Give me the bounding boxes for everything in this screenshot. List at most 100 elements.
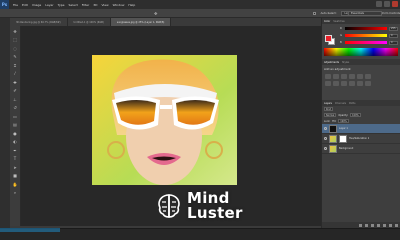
menu-file[interactable]: File <box>13 3 18 7</box>
history-brush-tool-icon[interactable]: ↺ <box>11 104 19 111</box>
fill-field[interactable]: 100% <box>338 119 349 123</box>
blend-mode-dropdown[interactable]: Normal <box>324 113 337 117</box>
layer-name[interactable]: Background <box>339 147 353 150</box>
menu-bar: Ps File Edit Image Layer Type Select Fil… <box>0 0 400 9</box>
invert-icon[interactable] <box>357 81 363 86</box>
pen-tool-icon[interactable]: ✒ <box>11 147 19 154</box>
menu-select[interactable]: Select <box>69 3 78 7</box>
opacity-label: Opacity: <box>338 113 349 117</box>
maximize-button[interactable] <box>384 1 390 7</box>
menu-layer[interactable]: Layer <box>45 3 53 7</box>
minimize-button[interactable] <box>376 1 382 7</box>
exposure-icon[interactable] <box>349 74 355 79</box>
document-tab[interactable]: 3D-Rendering.jpg @ 66.7% (RGB/8#) <box>10 18 68 26</box>
tab-channels[interactable]: Channels <box>335 102 346 105</box>
tab-styles[interactable]: Styles <box>342 61 349 64</box>
black-white-icon[interactable] <box>333 81 339 86</box>
color-spectrum[interactable] <box>324 48 398 56</box>
eyedropper-tool-icon[interactable]: ⁄ <box>11 70 19 77</box>
status-bar <box>0 228 400 240</box>
type-tool-icon[interactable]: T <box>11 155 19 162</box>
channel-mixer-icon[interactable] <box>349 81 355 86</box>
menu-view[interactable]: View <box>101 3 108 7</box>
layer-name[interactable]: Hue/Saturation 1 <box>349 137 369 140</box>
photo-filter-icon[interactable] <box>341 81 347 86</box>
menu-3d[interactable]: 3D <box>93 3 97 7</box>
menu-help[interactable]: Help <box>128 3 135 7</box>
visibility-eye-icon[interactable] <box>324 127 327 130</box>
menu-edit[interactable]: Edit <box>22 3 28 7</box>
opacity-field[interactable]: 100% <box>350 113 361 117</box>
tab-paths[interactable]: Paths <box>349 102 356 105</box>
zoom-tool-icon[interactable]: ⌕ <box>11 189 19 196</box>
visibility-eye-icon[interactable] <box>324 147 327 150</box>
fx-icon[interactable] <box>365 223 368 227</box>
hue-saturation-icon[interactable] <box>365 74 371 79</box>
group-icon[interactable] <box>383 223 386 227</box>
adjustments-title: Add an adjustment <box>324 67 351 71</box>
curves-icon[interactable] <box>341 74 347 79</box>
channel-letter: R <box>340 27 342 30</box>
visibility-eye-icon[interactable] <box>324 137 327 140</box>
layer-mask-thumbnail <box>339 134 347 143</box>
right-panels: Color Swatches R 255 G 0 B 0 Adjustments… <box>321 18 400 228</box>
move-tool-icon[interactable]: ✥ <box>11 28 19 35</box>
tab-layers[interactable]: Layers <box>324 102 332 105</box>
levels-icon[interactable] <box>333 74 339 79</box>
blue-value-field[interactable]: 0 <box>389 40 398 45</box>
document-tab[interactable]: Untitled-1 @ 100% (RGB) <box>67 18 111 26</box>
lasso-tool-icon[interactable]: ◌ <box>11 45 19 52</box>
fill-label: Fill: <box>332 119 337 123</box>
tab-adjustments[interactable]: Adjustments <box>324 61 339 64</box>
healing-tool-icon[interactable]: ✚ <box>11 79 19 86</box>
trash-icon[interactable] <box>395 223 398 227</box>
vibrance-icon[interactable] <box>357 74 363 79</box>
tab-swatches[interactable]: Swatches <box>333 20 344 23</box>
green-slider[interactable] <box>345 34 387 37</box>
new-layer-icon[interactable] <box>389 223 392 227</box>
layer-name[interactable]: Layer 1 <box>339 127 348 130</box>
blur-tool-icon[interactable]: ● <box>11 130 19 137</box>
shape-tool-icon[interactable]: ■ <box>11 172 19 179</box>
auto-select-checkbox[interactable] <box>312 11 316 15</box>
layer-row[interactable]: Background <box>322 144 400 154</box>
hand-tool-icon[interactable]: ✋ <box>11 181 19 188</box>
document-tab-active[interactable]: sunglasses.jpg @ 25% (Layer 1, RGB/8) <box>110 18 172 26</box>
crop-tool-icon[interactable]: ⌗ <box>11 62 19 69</box>
link-icon[interactable] <box>359 223 362 227</box>
menu-filter[interactable]: Filter <box>82 3 89 7</box>
clone-tool-icon[interactable]: ⊥ <box>11 96 19 103</box>
layer-row[interactable]: Hue/Saturation 1 <box>322 134 400 144</box>
tab-color[interactable]: Color <box>324 20 330 23</box>
move-tool-icon[interactable]: ✥ <box>152 10 160 17</box>
mask-icon[interactable] <box>371 223 374 227</box>
adjustment-layer-icon[interactable] <box>377 223 380 227</box>
color-panel-tabs: Color Swatches <box>322 18 400 24</box>
marquee-tool-icon[interactable]: ⬚ <box>11 36 19 43</box>
layers-panel: Layers Channels Paths Kind Normal Opacit… <box>322 100 400 228</box>
document-tabs: 3D-Rendering.jpg @ 66.7% (RGB/8#) Untitl… <box>10 18 172 26</box>
menu-image[interactable]: Image <box>32 3 41 7</box>
path-select-tool-icon[interactable]: ➤ <box>11 164 19 171</box>
menu-type[interactable]: Type <box>58 3 65 7</box>
dodge-tool-icon[interactable]: ◐ <box>11 138 19 145</box>
lock-label: Lock: <box>324 119 331 123</box>
brush-tool-icon[interactable]: ✐ <box>11 87 19 94</box>
canvas-image[interactable] <box>92 55 237 185</box>
red-slider[interactable] <box>345 27 387 30</box>
foreground-color-swatch[interactable] <box>325 35 332 42</box>
workspace-dropdown[interactable]: Essentials <box>348 11 382 16</box>
gradient-tool-icon[interactable]: ▤ <box>11 121 19 128</box>
menu-window[interactable]: Window <box>113 3 125 7</box>
red-value-field[interactable]: 255 <box>389 26 398 31</box>
color-balance-icon[interactable] <box>325 81 331 86</box>
brightness-icon[interactable] <box>325 74 331 79</box>
gradient-map-icon[interactable] <box>365 81 371 86</box>
quick-select-tool-icon[interactable]: ✎ <box>11 53 19 60</box>
green-value-field[interactable]: 0 <box>389 33 398 38</box>
eraser-tool-icon[interactable]: ▭ <box>11 113 19 120</box>
close-button[interactable] <box>392 1 398 7</box>
layer-kind-filter[interactable]: Kind <box>324 107 334 111</box>
layer-row[interactable]: Layer 1 <box>322 124 400 134</box>
blue-slider[interactable] <box>345 41 387 44</box>
